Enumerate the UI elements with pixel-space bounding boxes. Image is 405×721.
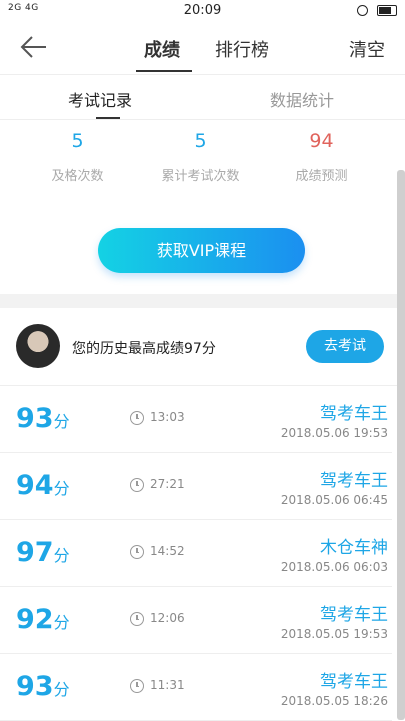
top-nav: 成绩 排行榜 清空 [0, 22, 405, 75]
clock-icon [130, 478, 144, 492]
record-duration: 14:52 [150, 544, 185, 558]
record-score: 93分 [16, 671, 70, 702]
record-duration: 12:06 [150, 611, 185, 625]
record-score: 94分 [16, 470, 70, 501]
avatar [16, 324, 60, 368]
get-vip-course-button[interactable]: 获取VIP课程 [98, 228, 305, 273]
tab-exam-records[interactable]: 考试记录 [68, 87, 132, 111]
take-exam-button[interactable]: 去考试 [306, 330, 384, 363]
record-row[interactable]: 97分 14:52 木仓车神 2018.05.06 06:03 [0, 520, 392, 587]
score-unit: 分 [53, 680, 70, 699]
predicted-score-label: 成绩预测 [295, 169, 348, 184]
score-unit: 分 [53, 546, 70, 565]
record-rank-title: 木仓车神 [320, 538, 388, 558]
best-score-text: 您的历史最高成绩97分 [72, 341, 216, 357]
record-duration: 11:31 [150, 678, 185, 692]
clock-icon [130, 612, 144, 626]
record-rank-title: 驾考车王 [320, 605, 388, 625]
score-unit: 分 [53, 412, 70, 431]
clock-icon [130, 411, 144, 425]
record-date: 2018.05.06 19:53 [280, 426, 388, 440]
clock-icon [130, 545, 144, 559]
clock-time: 20:09 [183, 3, 222, 18]
record-score-value: 93 [16, 671, 54, 702]
record-date: 2018.05.06 06:03 [280, 560, 388, 574]
record-score-value: 97 [16, 537, 54, 568]
record-rank-title: 驾考车王 [320, 404, 388, 424]
score-unit: 分 [53, 613, 70, 632]
record-score-value: 92 [16, 604, 54, 635]
clear-button[interactable]: 清空 [349, 36, 385, 62]
record-duration: 27:21 [150, 477, 185, 491]
pass-count-value: 5 [71, 130, 84, 152]
back-arrow-icon[interactable] [18, 34, 48, 60]
status-icons [356, 3, 397, 16]
clock-icon [130, 679, 144, 693]
tab-ranking[interactable]: 排行榜 [215, 36, 269, 62]
record-score-value: 94 [16, 470, 54, 501]
sub-tabs: 考试记录 数据统计 [0, 75, 405, 120]
record-date: 2018.05.06 06:45 [280, 493, 388, 507]
exam-count-value: 5 [194, 130, 207, 152]
section-divider [0, 294, 405, 308]
record-date: 2018.05.05 18:26 [280, 694, 388, 708]
rotation-lock-icon [356, 4, 368, 16]
record-row[interactable]: 94分 27:21 驾考车王 2018.05.06 06:45 [0, 453, 392, 520]
record-row[interactable]: 93分 11:31 驾考车王 2018.05.05 18:26 [0, 654, 392, 721]
record-score: 97分 [16, 537, 70, 568]
best-score-row: 您的历史最高成绩97分 去考试 [0, 308, 405, 386]
record-duration: 13:03 [150, 410, 185, 424]
tab-data-stats[interactable]: 数据统计 [270, 87, 334, 111]
subtab-underline [96, 117, 120, 119]
record-rank-title: 驾考车王 [320, 672, 388, 692]
status-bar: 2G 4G 20:09 [0, 0, 405, 22]
exam-count-label: 累计考试次数 [161, 169, 240, 184]
record-score: 93分 [16, 403, 70, 434]
scrollbar[interactable] [397, 170, 405, 720]
record-score: 92分 [16, 604, 70, 635]
tab-score[interactable]: 成绩 [144, 36, 180, 62]
record-date: 2018.05.05 19:53 [280, 627, 388, 641]
score-unit: 分 [53, 479, 70, 498]
tab-underline [136, 70, 192, 72]
record-row[interactable]: 92分 12:06 驾考车王 2018.05.05 19:53 [0, 587, 392, 654]
predicted-score-value: 94 [309, 130, 334, 152]
record-score-value: 93 [16, 403, 54, 434]
battery-icon [377, 4, 397, 16]
pass-count-label: 及格次数 [51, 169, 104, 184]
record-rank-title: 驾考车王 [320, 471, 388, 491]
record-row[interactable]: 93分 13:03 驾考车王 2018.05.06 19:53 [0, 386, 392, 453]
